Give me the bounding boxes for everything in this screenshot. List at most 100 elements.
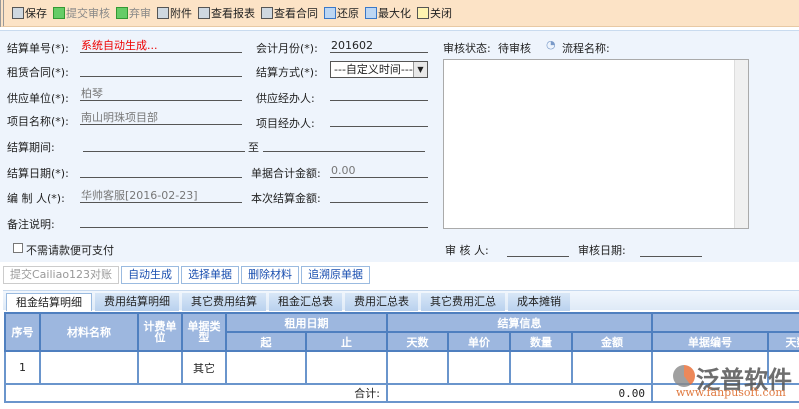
- detail-tabs: 租金结算明细 费用结算明细 其它费用结算 租金汇总表 费用汇总表 其它费用汇总 …: [3, 290, 799, 311]
- contract-field[interactable]: [80, 63, 242, 77]
- flow-textarea[interactable]: [443, 59, 749, 229]
- select-document-button[interactable]: 选择单据: [181, 266, 240, 284]
- flow-label: 流程名称:: [562, 42, 610, 55]
- period-label: 结算期间:: [7, 141, 55, 154]
- col-seq: 序号: [4, 312, 41, 352]
- project-agent-field[interactable]: [330, 113, 428, 127]
- attachment-icon: [157, 7, 169, 19]
- col-price: 单价: [447, 331, 511, 352]
- total-label: 合计:: [4, 383, 388, 403]
- period-end-field[interactable]: [263, 138, 425, 152]
- month-label: 会计月份(*):: [256, 42, 318, 55]
- col-start: 起: [225, 331, 307, 352]
- delete-material-button[interactable]: 删除材料: [241, 266, 300, 284]
- audit-date-label: 审核日期:: [578, 244, 626, 257]
- close-button[interactable]: 关闭: [417, 5, 452, 21]
- col-end: 止: [305, 331, 388, 352]
- total-amount: 0.00: [386, 383, 653, 403]
- supplier-label: 供应单位(*):: [7, 92, 69, 105]
- cell-days[interactable]: [386, 350, 449, 385]
- cell-unit[interactable]: [137, 350, 183, 385]
- toolbar: 保存 提交审核 弃审 附件 查看报表 查看合同 还原 最大化 关闭: [0, 0, 799, 27]
- submit-audit-button[interactable]: 提交审核: [53, 5, 110, 21]
- trace-source-button[interactable]: 追溯原单据: [301, 266, 371, 284]
- view-report-button[interactable]: 查看报表: [198, 5, 255, 21]
- supplier-agent-field[interactable]: [330, 87, 428, 101]
- cell-qty[interactable]: [509, 350, 573, 385]
- view-contract-button[interactable]: 查看合同: [261, 5, 318, 21]
- save-button[interactable]: 保存: [12, 5, 47, 21]
- cell-amount[interactable]: [571, 350, 653, 385]
- maximize-icon: [365, 7, 377, 19]
- col-qty: 数量: [509, 331, 573, 352]
- this-amount-field[interactable]: [330, 189, 428, 203]
- chevron-down-icon: ▼: [413, 62, 427, 77]
- attachment-button[interactable]: 附件: [157, 5, 192, 21]
- period-to-label: 至: [248, 141, 259, 154]
- settlement-form: 结算单号(*): 系统自动生成... 会计月份(*): 201602 审核状态:…: [0, 30, 799, 262]
- tab-other-fee-settlement[interactable]: 其它费用结算: [182, 293, 266, 311]
- submit-icon: [53, 7, 65, 19]
- logo-url: www.fanpusoft.com: [676, 386, 786, 399]
- method-select[interactable]: ---自定义时间--- ▼: [330, 61, 428, 78]
- audit-status-label: 审核状态:: [443, 42, 491, 55]
- supplier-agent-label: 供应经办人:: [256, 92, 315, 105]
- no-request-label: 不需请款便可支付: [26, 244, 114, 257]
- tab-other-fee-summary[interactable]: 其它费用汇总: [421, 293, 505, 311]
- col-rent-date: 租用日期: [225, 312, 388, 333]
- col-settle-info: 结算信息: [386, 312, 653, 333]
- logo-mark-icon: [673, 365, 695, 387]
- remark-label: 备注说明:: [7, 218, 55, 231]
- cell-price[interactable]: [447, 350, 511, 385]
- tab-fee-settlement[interactable]: 费用结算明细: [95, 293, 179, 311]
- maker-field: 华帅客服[2016-02-23]: [80, 189, 242, 203]
- project-field[interactable]: 南山明珠项目部: [80, 111, 242, 125]
- unapprove-icon: [116, 7, 128, 19]
- scrollbar[interactable]: [734, 60, 748, 228]
- tab-cost-amortization[interactable]: 成本摊销: [508, 293, 570, 311]
- settle-no-field[interactable]: 系统自动生成...: [80, 39, 242, 53]
- col-unit: 计费单位: [137, 312, 183, 352]
- restore-icon: [324, 7, 336, 19]
- col-days: 天数: [386, 331, 449, 352]
- this-amount-label: 本次结算金额:: [251, 192, 321, 205]
- cell-start[interactable]: [225, 350, 307, 385]
- tab-rent-summary[interactable]: 租金汇总表: [269, 293, 342, 311]
- auto-generate-button[interactable]: 自动生成: [121, 266, 180, 284]
- contract-icon: [261, 7, 273, 19]
- month-field[interactable]: 201602: [330, 39, 428, 53]
- unapprove-button[interactable]: 弃审: [116, 5, 151, 21]
- col-material-name: 材料名称: [39, 312, 139, 352]
- project-agent-label: 项目经办人:: [256, 117, 315, 130]
- project-label: 项目名称(*):: [7, 115, 69, 128]
- report-icon: [198, 7, 210, 19]
- auditor-field: [507, 243, 569, 257]
- cell-material-name[interactable]: [39, 350, 139, 385]
- cell-doc-type[interactable]: 其它: [181, 350, 227, 385]
- col-doc-type: 单据类型: [181, 312, 227, 352]
- date-label: 结算日期(*):: [7, 167, 69, 180]
- tab-rent-settlement[interactable]: 租金结算明细: [6, 293, 92, 311]
- col-group-extra: [651, 312, 799, 333]
- flow-icon[interactable]: ◔: [546, 38, 556, 51]
- fanpusoft-logo: 泛普软件 www.fanpusoft.com: [668, 362, 798, 402]
- close-icon: [417, 7, 429, 19]
- settle-no-label: 结算单号(*):: [7, 42, 69, 55]
- save-icon: [12, 7, 24, 19]
- restore-button[interactable]: 还原: [324, 5, 359, 21]
- audit-date-field: [640, 243, 702, 257]
- method-label: 结算方式(*):: [256, 66, 318, 79]
- cell-end[interactable]: [305, 350, 388, 385]
- supplier-field[interactable]: 柏琴: [80, 87, 242, 101]
- cell-seq: 1: [4, 350, 41, 385]
- remark-field[interactable]: [80, 214, 428, 228]
- total-label: 单据合计金额:: [251, 167, 321, 180]
- submit-reconcile-button[interactable]: 提交Cailiao123对账: [3, 266, 120, 284]
- audit-status-value: 待审核: [498, 42, 531, 55]
- tab-fee-summary[interactable]: 费用汇总表: [345, 293, 418, 311]
- date-field[interactable]: [80, 164, 242, 178]
- no-request-checkbox[interactable]: [13, 243, 23, 253]
- maker-label: 编 制 人(*):: [7, 192, 65, 205]
- period-start-field[interactable]: [83, 138, 245, 152]
- maximize-button[interactable]: 最大化: [365, 5, 411, 21]
